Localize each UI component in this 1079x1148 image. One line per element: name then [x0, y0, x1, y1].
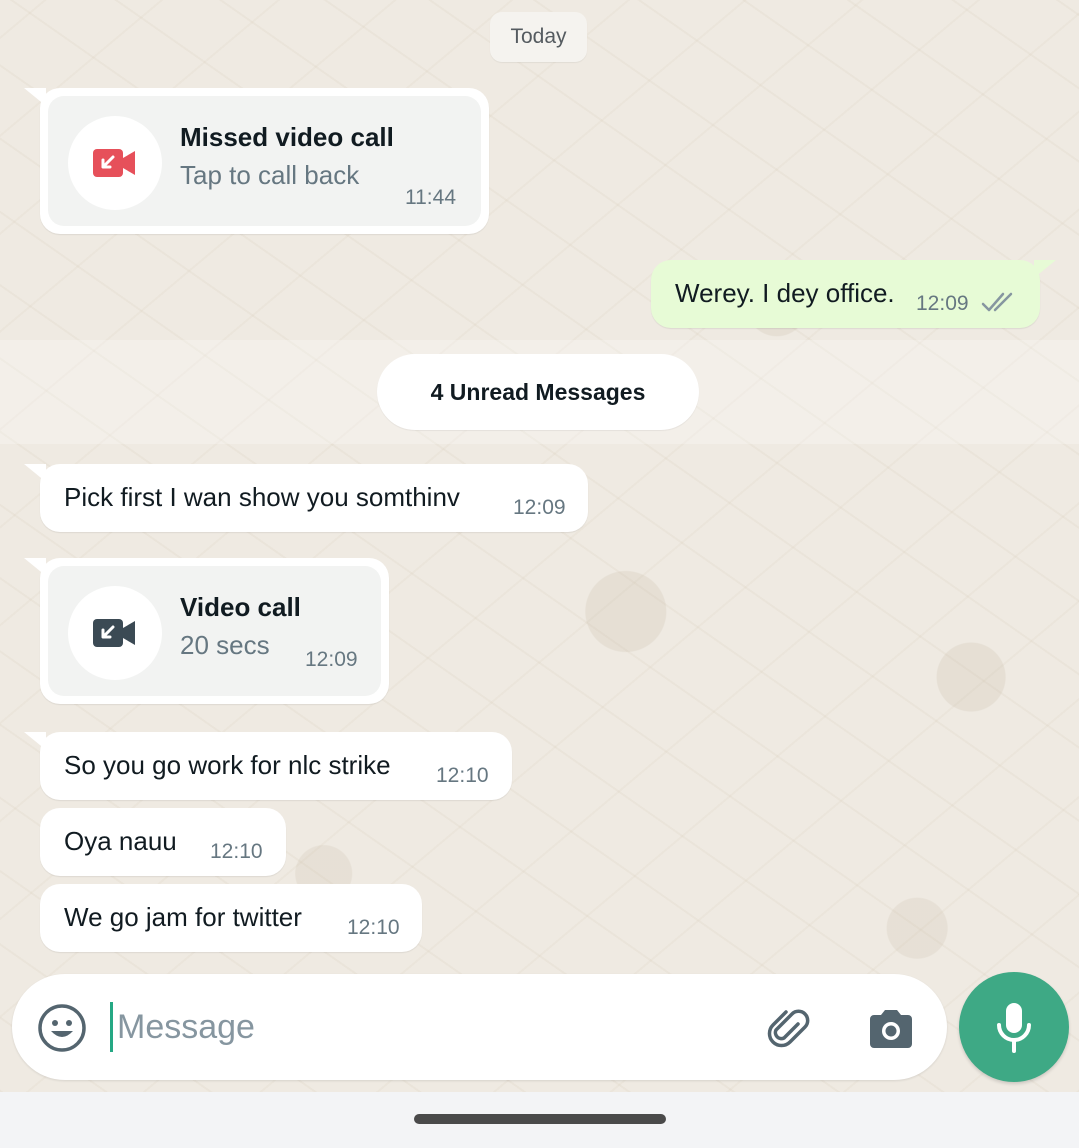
video-call-card[interactable]: Video call 20 secs 12:09 [48, 566, 381, 696]
message-time: 12:09 [916, 292, 969, 315]
missed-call-card[interactable]: Missed video call Tap to call back 11:44 [48, 96, 481, 226]
home-gesture-handle[interactable] [414, 1114, 666, 1124]
incoming-message[interactable]: Oya nauu 12:10 [40, 808, 286, 876]
microphone-icon [997, 1003, 1031, 1053]
message-time: 11:44 [405, 186, 456, 209]
message-time: 12:10 [210, 840, 263, 863]
missed-video-call-icon [93, 149, 135, 177]
message-composer [12, 974, 947, 1080]
unread-messages-banner: 4 Unread Messages [377, 354, 699, 430]
message-text: Oya nauu [64, 826, 177, 856]
camera-button[interactable] [864, 1002, 918, 1056]
missed-call-icon-wrap [68, 116, 162, 210]
message-time: 12:10 [347, 916, 400, 939]
emoji-icon [38, 1004, 86, 1052]
date-separator: Today [490, 12, 587, 62]
call-subtitle[interactable]: Tap to call back [180, 160, 359, 191]
call-title: Video call [180, 592, 301, 622]
video-call-message[interactable]: Video call 20 secs 12:09 [24, 558, 389, 704]
message-time: 12:10 [436, 764, 489, 787]
call-subtitle: 20 secs [180, 630, 270, 660]
double-check-icon [981, 292, 1013, 312]
video-call-icon [93, 619, 135, 647]
call-title: Missed video call [180, 122, 394, 152]
message-input[interactable] [110, 1002, 730, 1052]
incoming-message[interactable]: So you go work for nlc strike 12:10 [24, 732, 512, 800]
video-call-icon-wrap [68, 586, 162, 680]
missed-call-message[interactable]: Missed video call Tap to call back 11:44 [24, 88, 489, 234]
message-time: 12:09 [305, 648, 358, 671]
incoming-message[interactable]: Pick first I wan show you somthinv 12:09 [24, 464, 588, 532]
system-navigation-bar [0, 1092, 1079, 1148]
camera-icon [870, 1010, 912, 1048]
message-text: Werey. I dey office. [675, 278, 895, 308]
incoming-message[interactable]: We go jam for twitter 12:10 [40, 884, 422, 952]
paperclip-icon [767, 1009, 810, 1048]
outgoing-message[interactable]: Werey. I dey office. 12:09 [651, 260, 1056, 328]
message-text: So you go work for nlc strike [64, 750, 391, 780]
message-time: 12:09 [513, 496, 566, 519]
voice-message-button[interactable] [959, 972, 1069, 1082]
attach-button[interactable] [762, 1002, 816, 1056]
emoji-button[interactable] [36, 1002, 88, 1054]
message-text: Pick first I wan show you somthinv [64, 482, 460, 512]
message-text: We go jam for twitter [64, 902, 302, 932]
chat-area[interactable]: Today Missed video call Tap to call back… [0, 0, 1079, 1092]
